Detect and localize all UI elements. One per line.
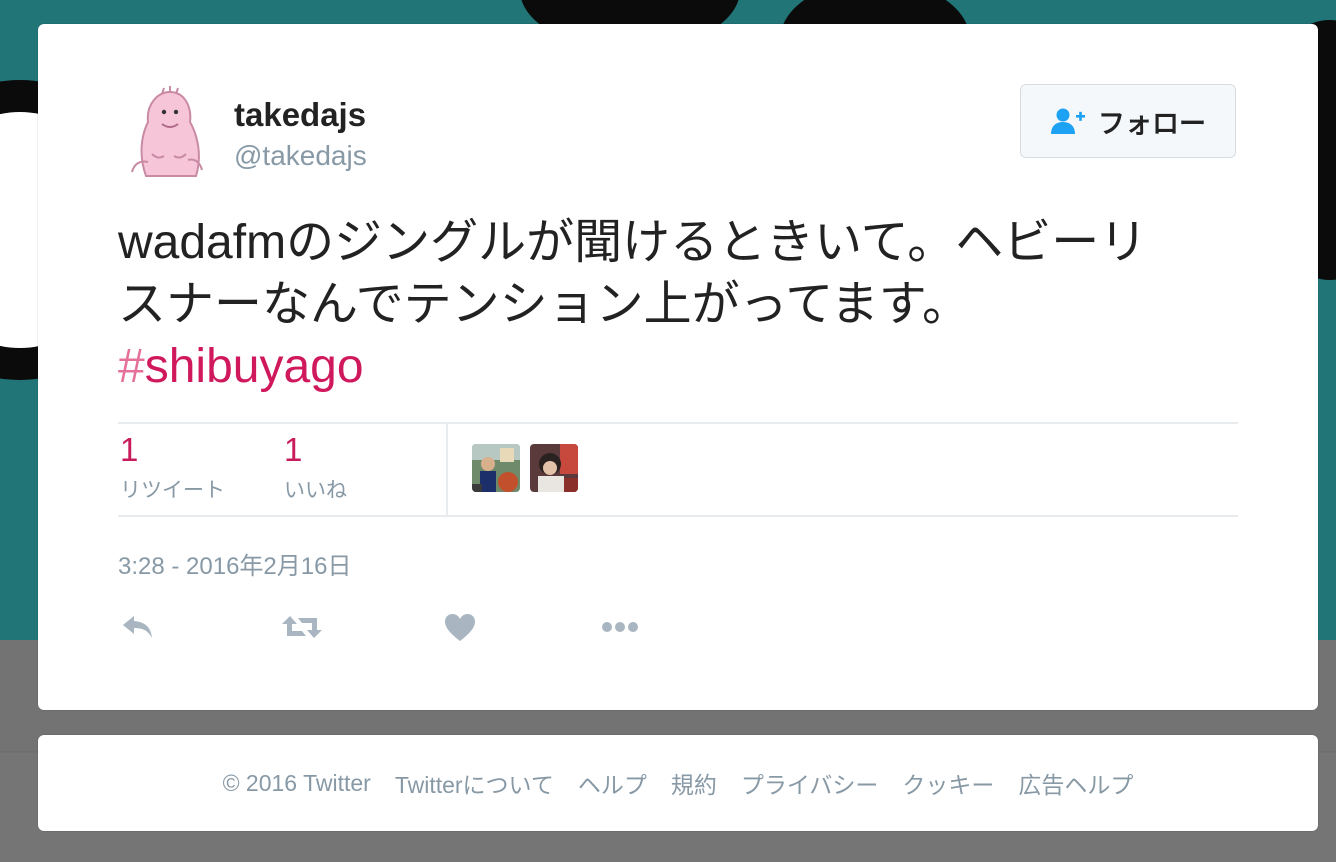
- reply-button[interactable]: [116, 610, 160, 644]
- footer-link-about[interactable]: Twitterについて: [395, 766, 554, 800]
- liker-avatar[interactable]: [472, 444, 520, 492]
- follow-button-label: フォロー: [1098, 108, 1206, 139]
- retweet-count[interactable]: 1 リツイート: [120, 430, 225, 504]
- tweet-timestamp[interactable]: 3:28 - 2016年2月16日: [118, 546, 351, 581]
- stats-divider-top: [118, 422, 1238, 424]
- follow-button[interactable]: フォロー: [1020, 84, 1236, 158]
- like-count-label: いいね: [284, 479, 347, 502]
- footer-link-terms[interactable]: 規約: [671, 766, 717, 800]
- liker-avatar-image: [472, 444, 520, 492]
- tweet-card: takedajs @takedajs フォロー wadafmのジングルが聞けると…: [38, 24, 1318, 710]
- user-avatar[interactable]: [118, 84, 218, 184]
- retweet-icon: [282, 616, 322, 638]
- retweet-count-value: 1: [120, 431, 139, 468]
- tweet-text-line: wadafmのジングルが聞けるときいて。ヘビーリ: [118, 216, 1148, 269]
- liker-avatar[interactable]: [530, 444, 578, 492]
- like-button[interactable]: [438, 610, 482, 644]
- more-icon: [602, 622, 638, 632]
- retweet-button[interactable]: [280, 610, 324, 644]
- tweet-text-line: スナーなんでテンション上がってます。: [118, 278, 971, 331]
- user-fullname[interactable]: takedajs: [234, 96, 366, 134]
- liker-avatar-image: [530, 444, 578, 492]
- footer-link-privacy[interactable]: プライバシー: [741, 766, 879, 800]
- more-button[interactable]: [598, 610, 642, 644]
- reply-icon: [123, 616, 152, 638]
- user-screen-name[interactable]: @takedajs: [234, 140, 367, 172]
- add-user-icon: [1051, 108, 1085, 134]
- hashtag-symbol: #: [118, 340, 145, 393]
- footer-link-cookies[interactable]: クッキー: [902, 766, 994, 800]
- avatar-illustration: [118, 84, 218, 184]
- page-footer: © 2016 Twitter Twitterについて ヘルプ 規約 プライバシー…: [38, 735, 1318, 831]
- footer-link-ads-help[interactable]: 広告ヘルプ: [1018, 766, 1133, 800]
- tweet-text: wadafmのジングルが聞けるときいて。ヘビーリ スナーなんでテンション上がって…: [118, 212, 1248, 398]
- hashtag-link[interactable]: #shibuyago: [118, 336, 364, 398]
- stats-separator: [446, 424, 448, 516]
- heart-icon: [445, 614, 475, 641]
- footer-link-help[interactable]: ヘルプ: [578, 766, 647, 800]
- hashtag-text: shibuyago: [144, 340, 364, 393]
- like-count-value: 1: [284, 431, 303, 468]
- like-count[interactable]: 1 いいね: [284, 430, 347, 504]
- retweet-count-label: リツイート: [120, 479, 225, 502]
- stats-divider-bottom: [118, 515, 1238, 517]
- footer-copyright: © 2016 Twitter: [222, 769, 371, 796]
